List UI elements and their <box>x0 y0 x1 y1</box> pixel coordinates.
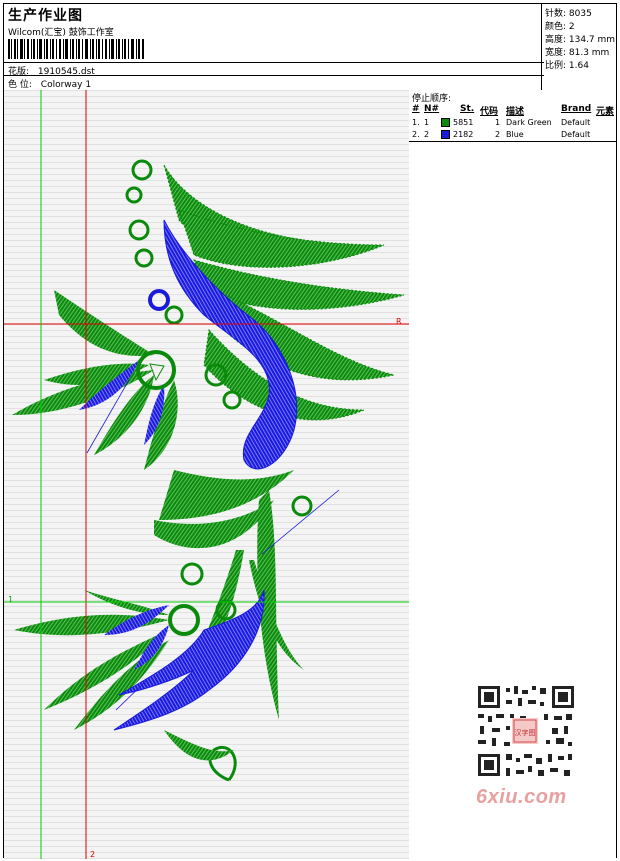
col-element: 元素 <box>596 107 615 117</box>
row-stitches: 5851 <box>453 118 474 127</box>
row-number: 2 <box>424 130 430 139</box>
design-width: 宽度: 81.3 mm <box>545 48 610 58</box>
col-hash: # <box>412 104 420 114</box>
left-flower <box>12 290 178 470</box>
row-brand: Default <box>561 130 591 139</box>
header-divider <box>4 62 544 63</box>
qr-stamp: 汉字图 <box>515 728 536 737</box>
marker-r: R <box>396 317 402 326</box>
panel-divider <box>409 141 616 142</box>
colorway-value: Colorway 1 <box>40 80 92 90</box>
col-brand: Brand <box>561 104 592 114</box>
colorway-info: 色 位: Colorway 1 <box>8 77 91 90</box>
row-desc: Dark Green <box>506 118 552 127</box>
header-divider-2 <box>4 75 544 76</box>
barcode <box>8 39 144 59</box>
colorway-label: 色 位: <box>8 80 32 90</box>
row-desc: Blue <box>506 130 524 139</box>
stitch-count: 针数: 8035 <box>545 9 592 19</box>
company-name: Wilcom(汇宝) 鼓饰工作室 <box>8 28 114 38</box>
qr-code: 汉字图 <box>466 680 584 786</box>
marker-1: 1 <box>8 595 14 604</box>
color-swatch <box>441 130 450 139</box>
row-stitches: 2182 <box>453 130 474 139</box>
sequence-title: 停止顺序: <box>412 94 452 104</box>
marker-2: 2 <box>90 850 96 859</box>
color-swatch <box>441 118 450 127</box>
row-code: 1 <box>495 118 501 127</box>
row-number: 1 <box>424 118 430 127</box>
row-index: 2. <box>412 130 420 139</box>
sheet-header: 生产作业图 Wilcom(汇宝) 鼓饰工作室 花版: 1910545.dst 色… <box>4 4 616 91</box>
watermark-text: 6xiu.com <box>476 786 567 808</box>
design-height: 高度: 134.7 mm <box>545 35 616 45</box>
design-scale: 比例: 1.64 <box>545 61 589 71</box>
embroidery-design <box>4 90 409 859</box>
col-num: N# <box>424 104 440 114</box>
col-stitch: St. <box>460 104 475 114</box>
lower-plume <box>154 470 304 720</box>
row-index: 1. <box>412 118 420 127</box>
sheet-title: 生产作业图 <box>8 8 83 24</box>
embroidery-canvas[interactable]: R 1 2 <box>4 90 410 859</box>
col-desc: 描述 <box>506 107 525 117</box>
row-brand: Default <box>561 118 591 127</box>
design-stats: 针数: 8035 颜色: 2 高度: 134.7 mm 宽度: 81.3 mm … <box>541 4 617 90</box>
color-count: 颜色: 2 <box>545 22 575 32</box>
col-code: 代码 <box>480 107 499 117</box>
row-code: 2 <box>495 130 501 139</box>
